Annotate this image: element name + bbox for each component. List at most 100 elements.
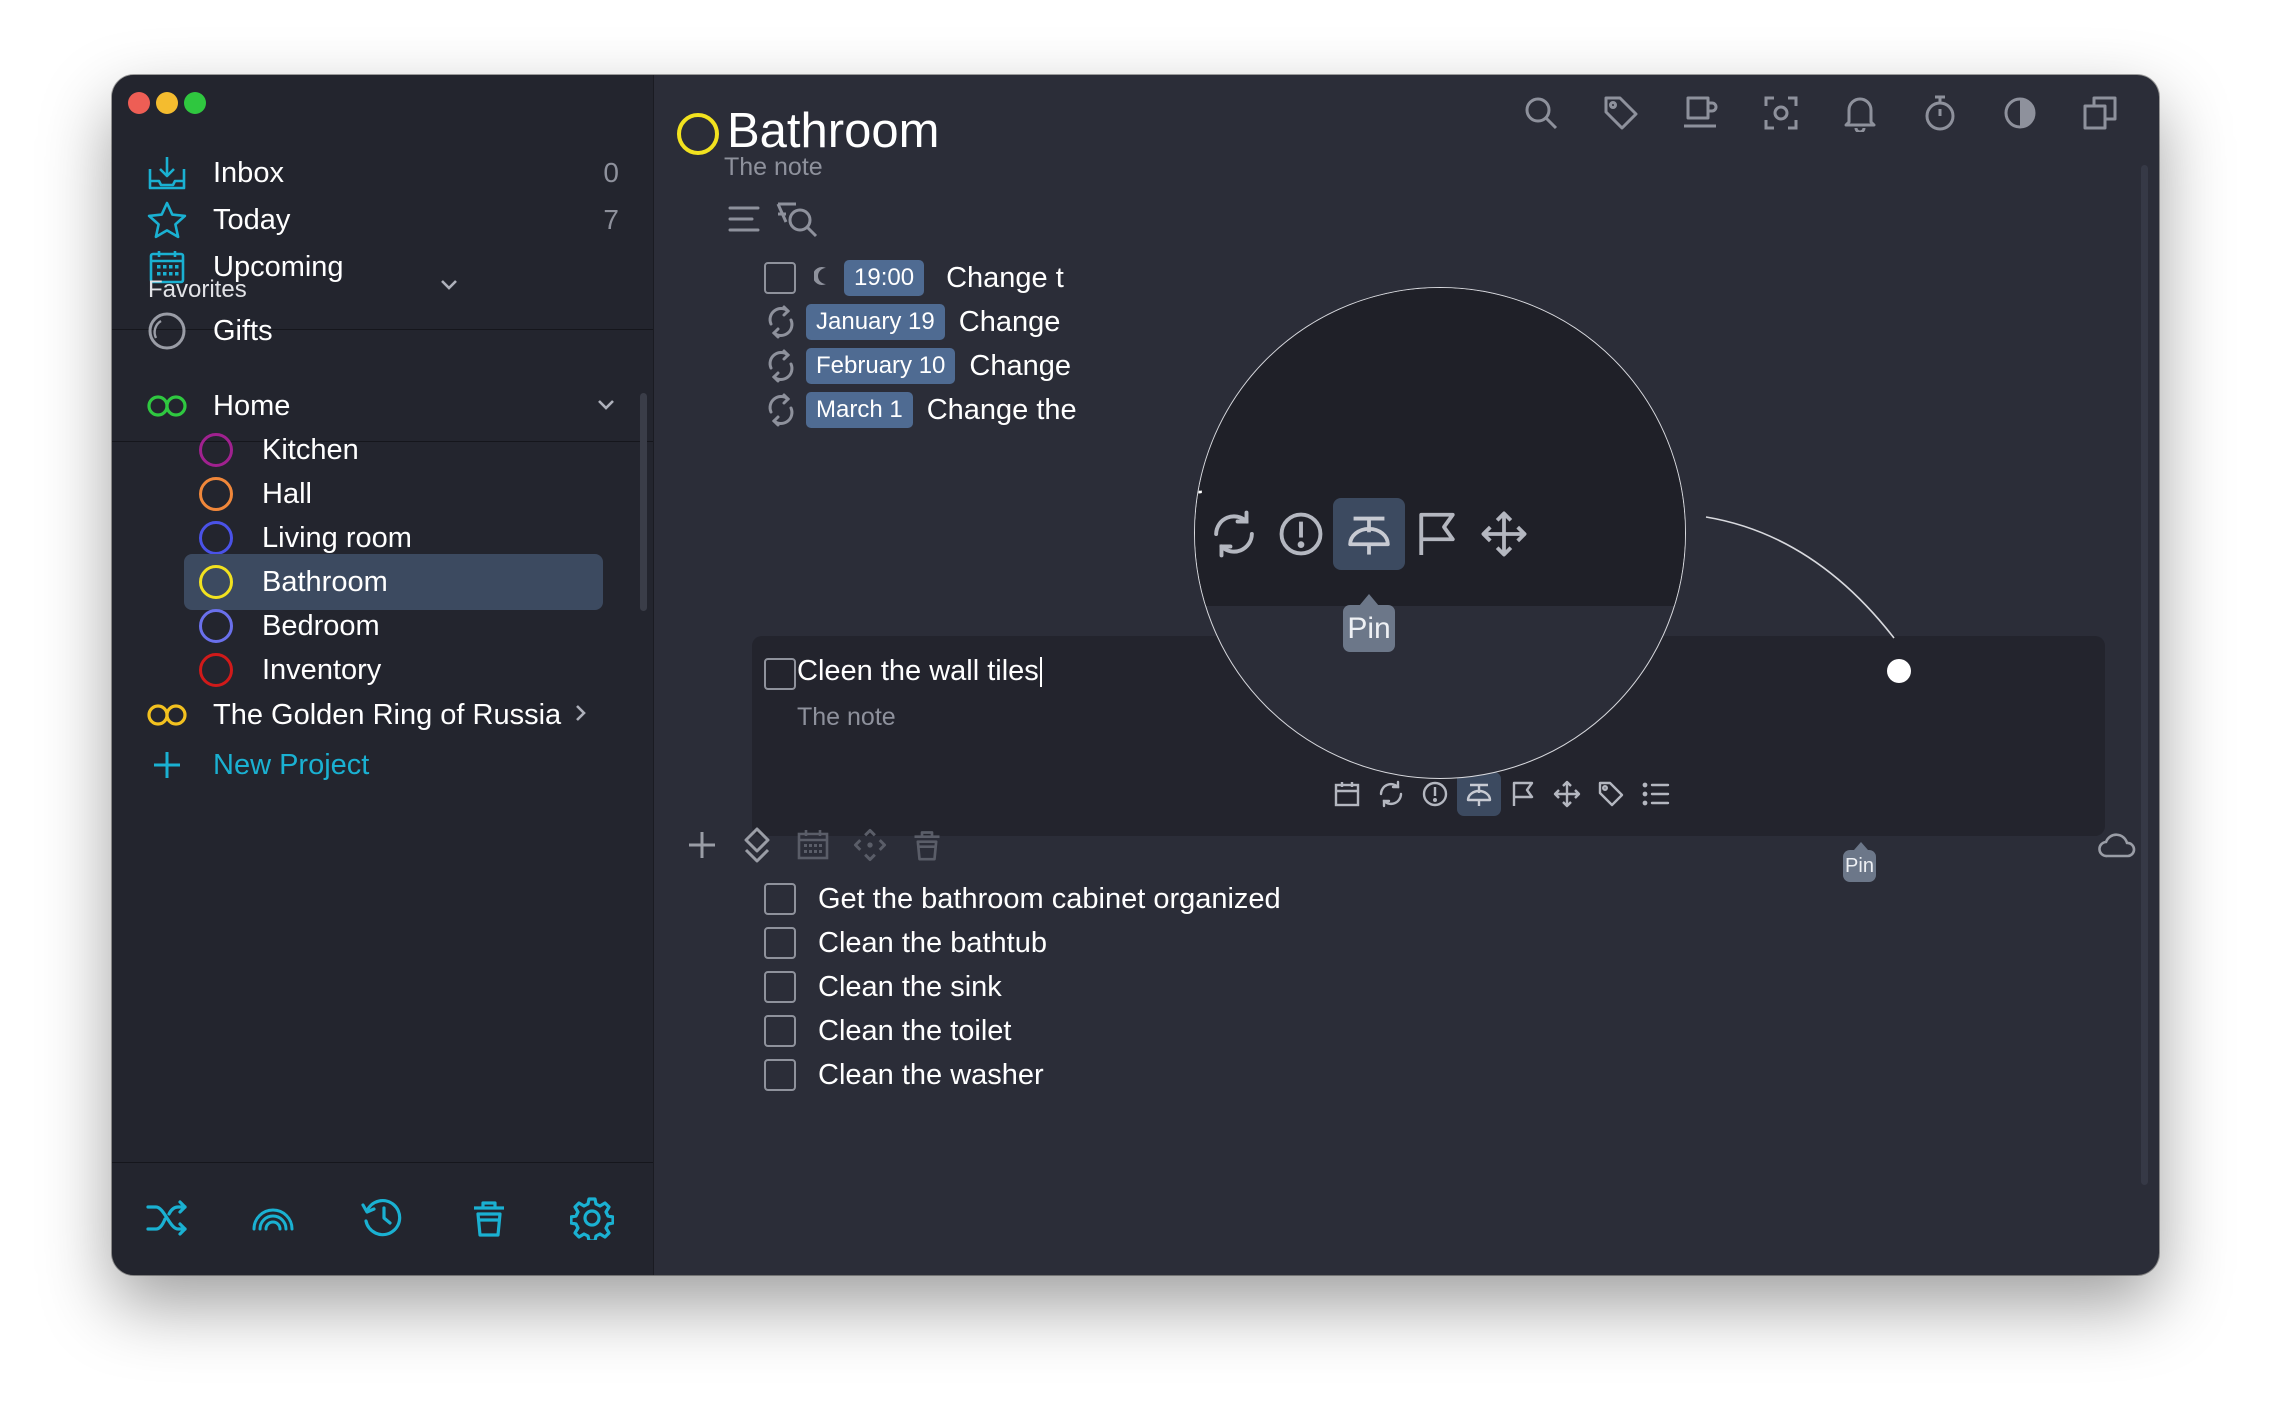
sidebar: Inbox 0 Today 7 Upcoming Favorites Gifts… xyxy=(112,75,654,1275)
task-row[interactable]: Clean the washer xyxy=(764,1050,1044,1100)
calendar-icon[interactable] xyxy=(790,822,836,868)
calendar-icon[interactable] xyxy=(1325,772,1369,816)
task-note[interactable]: The note xyxy=(797,703,896,732)
task-title[interactable]: Clean the sink xyxy=(818,971,1002,1004)
sidebar-item-golden-ring[interactable]: The Golden Ring of Russia xyxy=(146,687,619,743)
sidebar-item-label: Today xyxy=(213,203,291,236)
pin-icon[interactable] xyxy=(1333,498,1405,570)
magnified-task-title: tChange t xyxy=(1195,458,1202,503)
task-checkbox[interactable] xyxy=(764,971,796,1003)
checklist-icon[interactable] xyxy=(1634,772,1678,816)
project-ring-icon xyxy=(199,521,233,555)
task-row[interactable]: Clean the toilet xyxy=(764,1006,1011,1056)
task-title[interactable]: Change t xyxy=(946,262,1064,295)
task-title[interactable]: Clean the washer xyxy=(818,1059,1044,1092)
time-badge[interactable]: 19:00 xyxy=(844,260,925,296)
sidebar-item-gifts[interactable]: Gifts xyxy=(146,303,619,359)
magnified-pin-tooltip: Pin xyxy=(1343,605,1395,652)
task-title-input[interactable]: Cleen the wall tiles xyxy=(797,655,1042,688)
repeat-icon xyxy=(764,302,798,342)
sidebar-scrollbar[interactable] xyxy=(640,393,647,611)
add-icon[interactable] xyxy=(679,822,725,868)
task-title[interactable]: Change the xyxy=(927,394,1077,427)
diamond-icon[interactable] xyxy=(734,822,780,868)
task-checkbox[interactable] xyxy=(764,883,796,915)
trash-icon[interactable] xyxy=(464,1193,514,1243)
tag-icon[interactable] xyxy=(1599,91,1643,135)
task-checkbox[interactable] xyxy=(764,262,796,294)
priority-icon[interactable] xyxy=(1265,498,1337,570)
sidebar-item-label: Home xyxy=(213,389,291,422)
repeat-icon[interactable] xyxy=(1198,498,1270,570)
task-title[interactable]: Clean the toilet xyxy=(818,1015,1011,1048)
chevron-down-icon[interactable] xyxy=(438,273,460,300)
focus-icon[interactable] xyxy=(1759,91,1803,135)
chevron-right-icon[interactable] xyxy=(571,702,589,729)
task-row[interactable]: January 19 Change xyxy=(764,297,1060,347)
tag-icon[interactable] xyxy=(1589,772,1633,816)
cloud-sync-icon[interactable] xyxy=(2094,822,2140,868)
project-ring-icon xyxy=(199,477,233,511)
repeat-icon[interactable] xyxy=(1369,772,1413,816)
star-icon xyxy=(146,199,188,241)
date-badge[interactable]: March 1 xyxy=(806,392,913,428)
shuffle-icon[interactable] xyxy=(142,1193,192,1243)
task-row[interactable]: March 1 Change the xyxy=(764,385,1077,435)
task-title[interactable]: Clean the bathtub xyxy=(818,927,1047,960)
bell-icon[interactable] xyxy=(1838,91,1882,135)
close-window-button[interactable] xyxy=(128,92,150,114)
moon-icon xyxy=(812,266,830,291)
task-row[interactable]: February 10 Change xyxy=(764,341,1071,391)
new-project-button[interactable]: New Project xyxy=(146,737,619,793)
chevron-down-icon[interactable] xyxy=(595,393,617,420)
settings-icon[interactable] xyxy=(567,1193,617,1243)
move-icon[interactable] xyxy=(1545,772,1589,816)
coffee-icon[interactable] xyxy=(1679,91,1723,135)
task-checkbox[interactable] xyxy=(764,1015,796,1047)
stopwatch-icon[interactable] xyxy=(1918,91,1962,135)
magnifier-callout: tChange t Pin xyxy=(1194,287,1686,779)
main-scrollbar[interactable] xyxy=(2141,165,2148,1185)
project-ring-icon xyxy=(199,609,233,643)
flag-icon[interactable] xyxy=(1501,772,1545,816)
date-badge[interactable]: February 10 xyxy=(806,348,956,384)
windows-icon[interactable] xyxy=(2078,91,2122,135)
new-project-label: New Project xyxy=(213,748,370,781)
contrast-icon[interactable] xyxy=(1998,91,2042,135)
trash-icon[interactable] xyxy=(904,822,950,868)
project-status-ring-icon[interactable] xyxy=(677,113,719,155)
move-icon[interactable] xyxy=(1468,498,1540,570)
task-row[interactable]: 19:00 Change t xyxy=(764,253,1064,303)
date-badge[interactable]: January 19 xyxy=(806,304,945,340)
project-note[interactable]: The note xyxy=(724,153,823,182)
repeat-icon xyxy=(764,346,798,386)
pin-icon[interactable] xyxy=(1457,772,1501,816)
magnifier-connector xyxy=(1705,516,1895,639)
task-title[interactable]: Get the bathroom cabinet organized xyxy=(818,883,1281,916)
task-checkbox[interactable] xyxy=(764,658,796,690)
search-in-project-icon[interactable] xyxy=(774,200,822,245)
task-title[interactable]: Change xyxy=(969,350,1071,383)
task-checkbox[interactable] xyxy=(764,1059,796,1091)
page-title[interactable]: Bathroom xyxy=(727,103,939,159)
repeat-icon xyxy=(764,390,798,430)
project-ring-icon xyxy=(199,653,233,687)
move-icon[interactable] xyxy=(847,822,893,868)
task-row[interactable]: Get the bathroom cabinet organized xyxy=(764,874,1281,924)
task-checkbox[interactable] xyxy=(764,927,796,959)
task-row[interactable]: Clean the bathtub xyxy=(764,918,1047,968)
task-row[interactable]: Clean the sink xyxy=(764,962,1002,1012)
search-icon[interactable] xyxy=(1519,91,1563,135)
rainbow-icon[interactable] xyxy=(248,1193,298,1243)
inbox-count: 0 xyxy=(603,157,619,188)
history-icon[interactable] xyxy=(357,1193,407,1243)
task-title[interactable]: Change xyxy=(959,306,1061,339)
sidebar-item-label: Bathroom xyxy=(262,565,388,598)
zoom-window-button[interactable] xyxy=(184,92,206,114)
progress-circle-icon xyxy=(146,310,188,352)
sort-icon[interactable] xyxy=(726,204,762,239)
flag-icon[interactable] xyxy=(1401,498,1473,570)
minimize-window-button[interactable] xyxy=(156,92,178,114)
plus-icon xyxy=(146,744,188,786)
today-count: 7 xyxy=(603,204,619,235)
